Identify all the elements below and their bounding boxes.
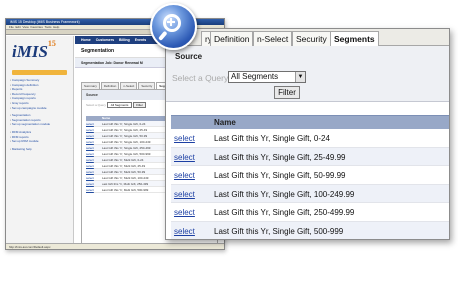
table-row: select Last Gift this Yr, Single Gift, 25…: [171, 147, 449, 166]
filter-button[interactable]: Filter: [133, 102, 146, 108]
segment-name: Last Gift this Yr, Multi Gift, 50-99: [102, 170, 146, 174]
select-link[interactable]: select: [86, 127, 102, 132]
table-row: select Last Gift this Yr, Single Gift, 50…: [171, 166, 449, 185]
query-select[interactable]: All Segments: [106, 102, 133, 108]
source-label: Source: [175, 52, 203, 61]
tab-summary[interactable]: Summary: [81, 82, 100, 89]
select-link[interactable]: select: [86, 181, 102, 186]
sidebar-menu-button[interactable]: [12, 70, 67, 75]
menu-file[interactable]: File: [9, 25, 14, 29]
segment-name: Last Gift this Yr, Multi Gift, 500-999: [101, 188, 149, 192]
select-link[interactable]: select: [86, 157, 102, 162]
menu-edit[interactable]: Edit: [16, 25, 21, 29]
tab-segments[interactable]: Segments: [330, 31, 379, 47]
zoomed-segments-panel: ry Definition n-Select Security Segments…: [165, 28, 450, 240]
segment-name: Last Gift this Yr, Single Gift, 50-99.99: [214, 171, 346, 180]
menu-tools[interactable]: Tools: [44, 25, 51, 29]
table-row: select Last Gift this Yr, Single Gift, 10…: [171, 184, 449, 203]
select-link[interactable]: select: [174, 227, 195, 236]
segment-name: Last Gift this Yr, Multi Gift, 25-49: [102, 164, 146, 168]
select-link[interactable]: select: [86, 133, 102, 138]
select-link[interactable]: select: [86, 139, 102, 144]
logo-text: iMIS: [12, 42, 48, 61]
segment-name: Last Gift this Yr, Multi Gift, 100-249: [102, 176, 149, 180]
nav-group-campaigns: Campaign Summary Campaign definition Rep…: [10, 78, 69, 110]
name-column-header: Name: [214, 118, 236, 127]
top-nav-events[interactable]: Events: [135, 38, 146, 42]
nav-item[interactable]: Set up segmentation module: [10, 122, 69, 127]
menu-help[interactable]: Help: [53, 25, 59, 29]
imis-logo: iMIS15: [6, 36, 73, 68]
tab-n-select[interactable]: n-Select: [253, 31, 293, 46]
nav-group-help: Marketing help: [10, 147, 69, 152]
screenshot-stage: iMIS 15 Desktop (iMIS Business Framework…: [0, 0, 458, 282]
left-sidebar: iMIS15 Campaign Summary Campaign definit…: [6, 36, 74, 243]
logo-version: 15: [47, 39, 56, 49]
tab-security[interactable]: Security: [138, 82, 156, 89]
segment-name: Last Gift this Yr, Single Gift, 0-24: [214, 134, 330, 143]
magnifier-zoom-icon: [150, 3, 197, 50]
table-row: select Last Gift this Yr, Single Gift, 25…: [171, 203, 449, 222]
dropdown-arrow-icon[interactable]: ▼: [295, 72, 305, 82]
menu-favorites[interactable]: Favorites: [30, 25, 42, 29]
magnifier-handle: [158, 30, 168, 41]
magnifier-plus: [170, 18, 172, 26]
select-link[interactable]: select: [86, 151, 102, 156]
nav-group-rfm: RFM Analytics RFM reports Set up RFM mod…: [10, 130, 69, 144]
filter-button[interactable]: Filter: [274, 86, 300, 99]
segment-name: Last Gift this Yr, Single Gift, 500-999: [214, 226, 344, 236]
nav-item[interactable]: Marketing help: [10, 147, 69, 152]
tab-definition[interactable]: Definition: [210, 31, 254, 46]
nav-item[interactable]: Set up RFM module: [10, 139, 69, 144]
tab-security[interactable]: Security: [292, 31, 331, 46]
select-link[interactable]: select: [86, 187, 102, 192]
segment-name: Last Gift this Yr, Multi Gift, 0-24: [102, 158, 144, 162]
menu-view[interactable]: View: [22, 25, 28, 29]
select-link[interactable]: select: [174, 171, 195, 180]
segment-name: Last Gift this Yr, Single Gift, 100-249.…: [214, 189, 355, 199]
select-link[interactable]: select: [174, 153, 195, 162]
status-bar: http://imis.asi.com/Default.aspx: [6, 243, 224, 249]
tab-bar: ry Definition n-Select Security Segments: [166, 29, 449, 47]
source-section: Source Select a Query All Segments ▼ Fil…: [166, 46, 449, 102]
table-row: select Last Gift this Yr, Single Gift, 0-…: [171, 129, 449, 148]
select-link[interactable]: select: [86, 121, 102, 126]
query-label: Select a Query: [172, 73, 229, 83]
select-link[interactable]: select: [86, 163, 102, 168]
select-link[interactable]: select: [174, 208, 195, 217]
query-select-value: All Segments: [231, 72, 279, 81]
segment-name: Last Gift this Yr, Single Gift, 100-249: [102, 140, 151, 144]
segment-name: Last Gift this Yr, Single Gift, 500-999: [102, 152, 151, 156]
top-nav-billing[interactable]: Billing: [119, 38, 130, 42]
segment-name: Last Gift this Yr, Single Gift, 25-49: [102, 128, 148, 132]
magnifier-ring: [163, 14, 181, 32]
segment-name: Last Gift this Yr, Single Gift, 50-99: [102, 134, 148, 138]
segment-name: Last Gift this Yr, Single Gift, 0-24: [102, 122, 146, 126]
table-row: select Last Gift this Yr, Single Gift, 50…: [171, 221, 449, 239]
query-select[interactable]: All Segments ▼: [228, 71, 306, 83]
tab-n-select[interactable]: n-Select: [120, 82, 138, 89]
top-nav-customers[interactable]: Customers: [96, 38, 114, 42]
select-link[interactable]: select: [86, 145, 102, 150]
select-link[interactable]: select: [86, 175, 102, 180]
segment-name: Last Gift this Yr, Single Gift, 25-49.99: [214, 152, 346, 162]
segments-grid: select Last Gift this Yr, Single Gift, 0-…: [171, 129, 449, 239]
nav-group-segmentation: Segmentation Segmentation reports Set up…: [10, 113, 69, 127]
segment-name: Last Gift this Yr, Single Gift, 250-499.…: [214, 208, 355, 217]
select-link[interactable]: select: [174, 190, 195, 199]
query-label: Select a Query: [86, 103, 106, 107]
select-link[interactable]: select: [86, 169, 102, 174]
tab-definition[interactable]: Definition: [100, 82, 120, 89]
nav-item[interactable]: Set up campaigns module: [10, 106, 69, 111]
segments-grid-header: Name: [171, 115, 449, 129]
segment-name: Last Gift this Yr, Single Gift, 250-499: [102, 146, 151, 150]
select-link[interactable]: select: [174, 134, 195, 143]
top-nav-home[interactable]: Home: [81, 38, 91, 42]
segment-name: Last Gift this Yr, Multi Gift, 250-499: [101, 182, 149, 186]
